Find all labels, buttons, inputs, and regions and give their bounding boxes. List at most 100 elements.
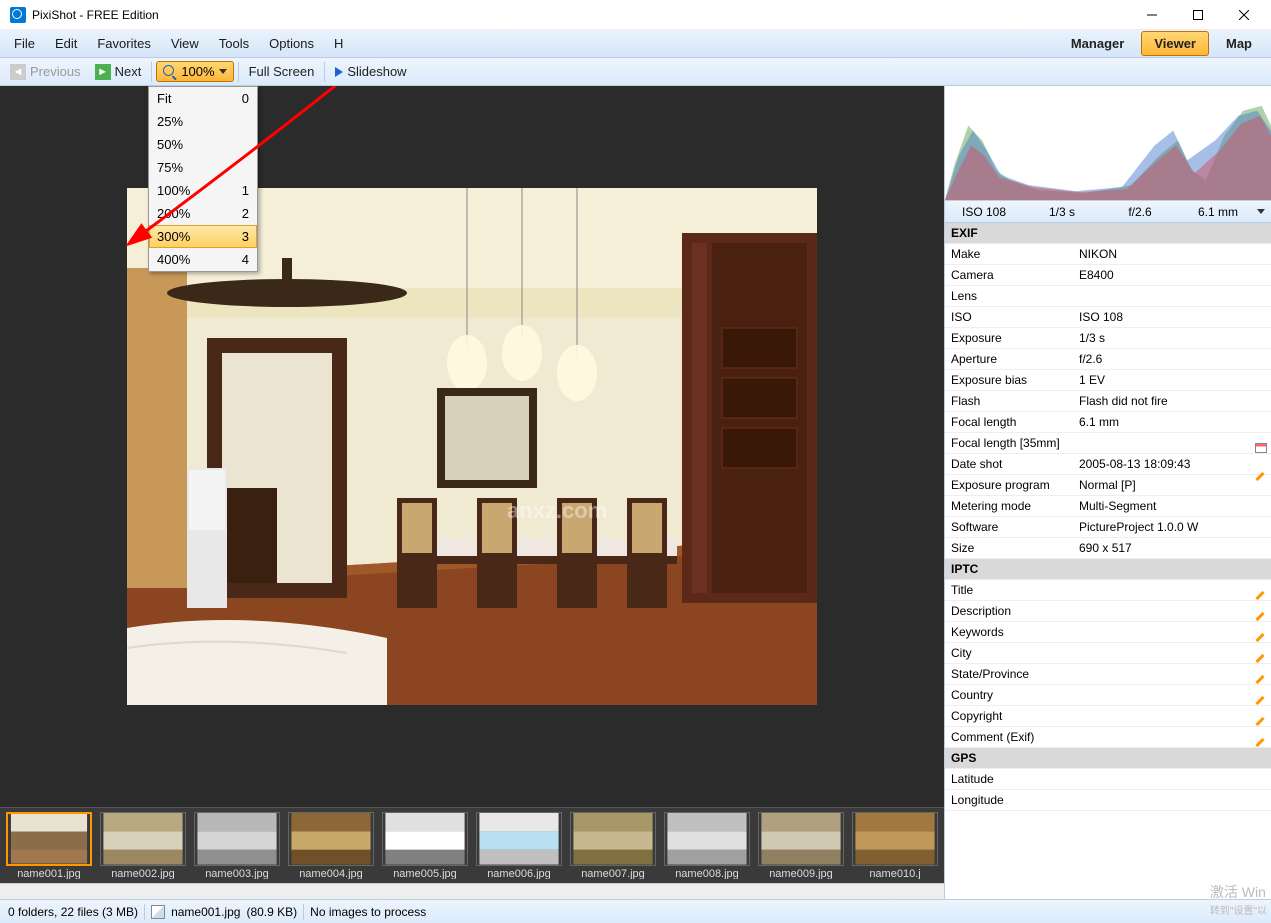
horizontal-scrollbar[interactable]: [0, 883, 944, 899]
menu-view[interactable]: View: [161, 32, 209, 55]
pencil-icon: [1255, 695, 1267, 707]
pencil-icon: [1255, 653, 1267, 665]
mode-viewer-button[interactable]: Viewer: [1141, 31, 1209, 56]
menu-file[interactable]: File: [4, 32, 45, 55]
exif-summary-bar[interactable]: ISO 108 1/3 s f/2.6 6.1 mm: [945, 201, 1271, 223]
metadata-row: Exposure bias1 EV: [945, 370, 1271, 391]
metadata-row: Exposure1/3 s: [945, 328, 1271, 349]
status-filename: name001.jpg: [171, 905, 240, 919]
pencil-icon: [1255, 674, 1267, 686]
thumbnail-item[interactable]: name007.jpg: [568, 812, 658, 879]
status-filesize: (80.9 KB): [246, 905, 297, 919]
metadata-row[interactable]: Date shot2005-08-13 18:09:43: [945, 454, 1271, 475]
previous-button[interactable]: ◄ Previous: [4, 61, 87, 83]
metadata-row[interactable]: State/Province: [945, 664, 1271, 685]
metadata-row[interactable]: Title: [945, 580, 1271, 601]
thumbnail-label: name008.jpg: [675, 868, 739, 879]
metadata-row: Size690 x 517: [945, 538, 1271, 559]
metadata-row[interactable]: Description: [945, 601, 1271, 622]
file-icon: [151, 905, 165, 919]
metadata-row: Exposure programNormal [P]: [945, 475, 1271, 496]
metadata-row: Focal length6.1 mm: [945, 412, 1271, 433]
metadata-row: Lens: [945, 286, 1271, 307]
zoom-option-50[interactable]: 50%: [149, 133, 257, 156]
os-watermark: 激活 Win 转到"设置"以: [1210, 882, 1267, 917]
thumbnail-strip: name001.jpg name002.jpg name003.jpg name…: [0, 807, 944, 899]
thumbnail-label: name004.jpg: [299, 868, 363, 879]
close-button[interactable]: [1221, 0, 1267, 30]
thumbnail-item[interactable]: name004.jpg: [286, 812, 376, 879]
zoom-option-200[interactable]: 200%2: [149, 202, 257, 225]
thumbnail-item[interactable]: name002.jpg: [98, 812, 188, 879]
thumbnail-image: [664, 812, 750, 866]
metadata-row[interactable]: Keywords: [945, 622, 1271, 643]
next-button[interactable]: ► Next: [89, 61, 148, 83]
metadata-row[interactable]: Country: [945, 685, 1271, 706]
thumbnail-image: [6, 812, 92, 866]
zoom-dropdown-button[interactable]: 100%: [156, 61, 233, 82]
thumbnail-item[interactable]: name005.jpg: [380, 812, 470, 879]
pencil-icon: [1255, 737, 1267, 749]
mode-map-button[interactable]: Map: [1213, 31, 1265, 56]
zoom-option-100[interactable]: 100%1: [149, 179, 257, 202]
thumbnail-item[interactable]: name009.jpg: [756, 812, 846, 879]
metadata-row: Latitude: [945, 769, 1271, 790]
metadata-row[interactable]: City: [945, 643, 1271, 664]
zoom-dropdown-menu: Fit025%50%75%100%1200%2300%3400%4: [148, 86, 258, 272]
chevron-down-icon: [219, 69, 227, 74]
thumbnail-item[interactable]: name010.j: [850, 812, 940, 879]
menu-edit[interactable]: Edit: [45, 32, 87, 55]
thumbnail-image: [288, 812, 374, 866]
image-viewer[interactable]: anxz.com Fit025%50%75%100%1200%2300%3400…: [0, 86, 944, 807]
menu-tools[interactable]: Tools: [209, 32, 259, 55]
pencil-icon: [1255, 632, 1267, 644]
slideshow-button[interactable]: Slideshow: [329, 61, 412, 82]
maximize-button[interactable]: [1175, 0, 1221, 30]
svg-text:anxz.com: anxz.com: [507, 498, 607, 523]
pencil-icon: [1255, 590, 1267, 602]
metadata-section-gps: GPS: [945, 748, 1271, 769]
metadata-row[interactable]: Copyright: [945, 706, 1271, 727]
metadata-row: Metering modeMulti-Segment: [945, 496, 1271, 517]
metadata-row: Longitude: [945, 790, 1271, 811]
mode-manager-button[interactable]: Manager: [1058, 31, 1137, 56]
pencil-icon: [1255, 716, 1267, 728]
thumbnail-image: [476, 812, 562, 866]
zoom-option-300[interactable]: 300%3: [149, 225, 257, 248]
metadata-row[interactable]: Comment (Exif): [945, 727, 1271, 748]
thumbnail-label: name007.jpg: [581, 868, 645, 879]
metadata-row: Aperturef/2.6: [945, 349, 1271, 370]
metadata-row: SoftwarePictureProject 1.0.0 W: [945, 517, 1271, 538]
play-icon: [335, 67, 343, 77]
zoom-option-Fit[interactable]: Fit0: [149, 87, 257, 110]
arrow-left-icon: ◄: [10, 64, 26, 80]
thumbnail-item[interactable]: name008.jpg: [662, 812, 752, 879]
status-folders: 0 folders, 22 files (3 MB): [8, 905, 138, 919]
pencil-icon: [1255, 611, 1267, 623]
thumbnail-image: [758, 812, 844, 866]
thumbnail-item[interactable]: name003.jpg: [192, 812, 282, 879]
fullscreen-button[interactable]: Full Screen: [243, 61, 321, 82]
histogram[interactable]: [945, 86, 1271, 201]
metadata-row: MakeNIKON: [945, 244, 1271, 265]
menu-help[interactable]: H: [324, 32, 353, 55]
menu-options[interactable]: Options: [259, 32, 324, 55]
zoom-option-25[interactable]: 25%: [149, 110, 257, 133]
menu-favorites[interactable]: Favorites: [87, 32, 160, 55]
metadata-row[interactable]: Focal length [35mm]: [945, 433, 1271, 454]
calendar-icon: [1255, 443, 1267, 453]
thumbnail-label: name009.jpg: [769, 868, 833, 879]
metadata-section-iptc: IPTC: [945, 559, 1271, 580]
arrow-right-icon: ►: [95, 64, 111, 80]
thumbnail-item[interactable]: name001.jpg: [4, 812, 94, 879]
zoom-option-400[interactable]: 400%4: [149, 248, 257, 271]
zoom-option-75[interactable]: 75%: [149, 156, 257, 179]
thumbnail-image: [852, 812, 938, 866]
thumbnail-image: [570, 812, 656, 866]
thumbnail-label: name010.j: [869, 868, 920, 879]
minimize-button[interactable]: [1129, 0, 1175, 30]
thumbnail-image: [194, 812, 280, 866]
thumbnail-item[interactable]: name006.jpg: [474, 812, 564, 879]
thumbnail-label: name003.jpg: [205, 868, 269, 879]
metadata-section-exif: EXIF: [945, 223, 1271, 244]
